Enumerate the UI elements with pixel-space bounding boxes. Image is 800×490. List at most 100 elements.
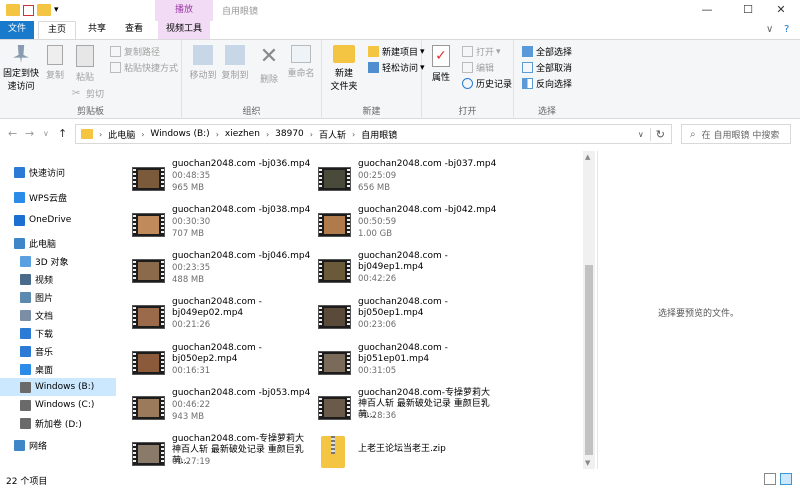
sidebar-item[interactable]: Windows (B:) [0, 378, 116, 396]
video-thumbnail-icon [318, 396, 351, 420]
select-all-button[interactable]: 全部选择 [522, 45, 572, 58]
file-item[interactable]: guochan2048.com -bj049ep02.mp4 00:21:26 [120, 297, 310, 341]
breadcrumb-bairenzhan[interactable]: 百人斩 [319, 128, 346, 141]
file-duration: 00:21:26 [172, 320, 211, 330]
rename-button[interactable]: 重命名 [284, 43, 318, 79]
details-view-icon[interactable] [764, 473, 776, 485]
scrollbar-thumb[interactable] [585, 265, 593, 455]
collapse-ribbon-icon[interactable]: ∨ [766, 24, 773, 35]
new-item-button[interactable]: 新建项目 ▾ [368, 45, 425, 58]
history-icon [462, 78, 473, 89]
sidebar-item[interactable]: 网络 [0, 436, 116, 454]
breadcrumb-drive[interactable]: Windows (B:) [150, 129, 209, 139]
tab-file[interactable]: 文件 [0, 21, 34, 39]
search-input[interactable]: ⌕ 在 自用眼镜 中搜索 [681, 124, 791, 144]
sidebar-item[interactable]: WPS云盘 [0, 188, 116, 206]
open-button[interactable]: 打开 ▾ [462, 45, 501, 58]
sidebar-item[interactable]: 图片 [0, 288, 116, 306]
file-item[interactable]: guochan2048.com -bj036.mp4 00:48:35 965 MB [120, 159, 310, 203]
properties-icon[interactable] [23, 4, 34, 16]
sidebar-item[interactable]: 新加卷 (D:) [0, 414, 116, 432]
help-icon[interactable]: ? [784, 24, 789, 35]
preview-pane: 选择要预览的文件。 [597, 151, 800, 469]
file-item[interactable]: guochan2048.com -bj051ep01.mp4 00:31:05 [306, 343, 496, 387]
tab-home[interactable]: 主页 [38, 21, 76, 39]
breadcrumb-xiezhen[interactable]: xiezhen [225, 129, 260, 139]
invert-selection-button[interactable]: 反向选择 [522, 77, 572, 90]
edit-button[interactable]: 编辑 [462, 61, 494, 74]
sidebar-item[interactable]: 视频 [0, 270, 116, 288]
breadcrumb-current[interactable]: 自用眼镜 [361, 128, 397, 141]
file-item[interactable]: guochan2048.com -bj037.mp4 00:25:09 656 MB [306, 159, 496, 203]
search-icon: ⌕ [690, 128, 696, 140]
tab-video-tools[interactable]: 视频工具 [158, 21, 210, 39]
tab-view[interactable]: 查看 [120, 21, 148, 39]
address-bar[interactable]: › 此电脑 › Windows (B:) › xiezhen › 38970 ›… [75, 124, 672, 144]
file-item[interactable]: guochan2048.com -bj042.mp4 00:50:59 1.00 G… [306, 205, 496, 249]
scroll-down-icon[interactable]: ▼ [585, 459, 590, 467]
file-item[interactable]: guochan2048.com -bj038.mp4 00:30:30 707 MB [120, 205, 310, 249]
tab-share[interactable]: 共享 [84, 21, 110, 39]
dropdown-arrow-icon: ▾ [496, 46, 501, 57]
quick-access-toolbar: ▾ [6, 3, 59, 17]
back-button[interactable]: ← [8, 127, 17, 140]
sidebar-item[interactable]: 下载 [0, 324, 116, 342]
scroll-up-icon[interactable]: ▲ [585, 153, 590, 161]
pin-quick-access-button[interactable]: 固定到快 速访问 [2, 43, 40, 92]
refresh-icon[interactable]: ↻ [649, 127, 665, 141]
file-item[interactable]: guochan2048.com-专操萝莉大神百人斩 最新破处记录 重颜巨乳萌..… [120, 434, 310, 469]
sidebar-item[interactable]: 音乐 [0, 342, 116, 360]
sidebar-item-label: OneDrive [29, 215, 72, 225]
breadcrumb-this-pc[interactable]: 此电脑 [108, 128, 135, 141]
address-dropdown-icon[interactable]: ∨ [638, 130, 644, 139]
select-none-button[interactable]: 全部取消 [522, 61, 572, 74]
file-item[interactable]: guochan2048.com-专操萝莉大神百人斩 最新破处记录 重颜巨乳萌..… [306, 388, 496, 432]
vertical-scrollbar[interactable]: ▲ ▼ [583, 151, 595, 469]
customize-toolbar-icon[interactable]: ▾ [54, 5, 59, 15]
file-item[interactable]: guochan2048.com -bj050ep1.mp4 00:23:06 [306, 297, 496, 341]
close-button[interactable]: ✕ [762, 0, 800, 21]
move-to-button[interactable]: 移动到 [186, 43, 220, 81]
copy-path-button[interactable]: 复制路径 [110, 45, 160, 58]
sidebar-item[interactable]: 快速访问 [0, 163, 116, 181]
file-size: 707 MB [172, 229, 205, 239]
minimize-button[interactable]: — [688, 0, 726, 21]
new-folder-button[interactable]: 新建 文件夹 [326, 43, 362, 92]
sidebar-item[interactable]: 文档 [0, 306, 116, 324]
sidebar-item[interactable]: Windows (C:) [0, 396, 116, 414]
cut-button[interactable]: ✂ 剪切 [72, 87, 104, 100]
file-item[interactable]: guochan2048.com -bj049ep1.mp4 00:42:26 [306, 251, 496, 295]
copy-button[interactable]: 复制 [42, 43, 68, 81]
paste-button[interactable]: 粘贴 [72, 43, 98, 83]
pin-label-2: 速访问 [7, 82, 35, 92]
sidebar-item[interactable]: 3D 对象 [0, 252, 116, 270]
delete-button[interactable]: ✕ 删除 [256, 43, 282, 86]
file-item[interactable]: guochan2048.com -bj053.mp4 00:46:22 943 MB [120, 388, 310, 432]
copy-to-button[interactable]: 复制到 [218, 43, 252, 81]
breadcrumb-38970[interactable]: 38970 [275, 129, 304, 139]
properties-button[interactable]: ✓ 属性 [426, 43, 456, 83]
scissors-icon: ✂ [72, 88, 81, 99]
recent-locations-button[interactable]: ∨ [43, 129, 49, 138]
desktop-icon [20, 363, 31, 375]
file-name: guochan2048.com -bj049ep02.mp4 [172, 297, 262, 318]
paste-shortcut-button[interactable]: 粘贴快捷方式 [110, 61, 178, 74]
history-button[interactable]: 历史记录 [462, 77, 512, 90]
window-title: 自用眼镜 [222, 7, 259, 17]
new-folder-label: 新建 [334, 69, 353, 79]
sidebar-item[interactable]: 此电脑 [0, 234, 116, 252]
up-button[interactable]: ↑ [58, 127, 67, 140]
sidebar-item[interactable]: 桌面 [0, 360, 116, 378]
new-folder-icon[interactable] [37, 4, 51, 16]
file-duration: 00:48:35 [172, 171, 211, 181]
file-item[interactable]: guochan2048.com -bj046.mp4 00:23:35 488 MB [120, 251, 310, 295]
play-context-tab[interactable]: 播放 [155, 0, 213, 21]
file-item[interactable]: 上老王论坛当老王.zip [306, 434, 496, 469]
video-icon [20, 273, 31, 285]
sidebar-item[interactable]: OneDrive [0, 211, 116, 229]
easy-access-button[interactable]: 轻松访问 ▾ [368, 61, 425, 74]
sidebar-item-label: 3D 对象 [35, 257, 69, 268]
file-item[interactable]: guochan2048.com -bj050ep2.mp4 00:16:31 [120, 343, 310, 387]
forward-button[interactable]: → [25, 127, 34, 140]
tiles-view-icon[interactable] [780, 473, 792, 485]
